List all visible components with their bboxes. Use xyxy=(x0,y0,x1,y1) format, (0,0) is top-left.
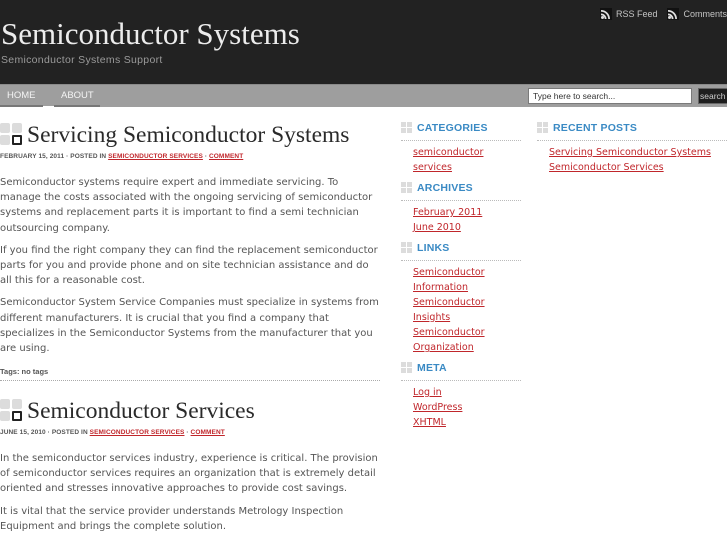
widget-links: LINKS Semiconductor Information Semicond… xyxy=(401,240,521,355)
post-meta: FEBRUARY 15, 2011 · POSTED IN SEMICONDUC… xyxy=(0,153,380,160)
post-body: Semiconductor systems require expert and… xyxy=(0,175,380,356)
list-item: Log in xyxy=(413,385,521,400)
post-paragraph: Semiconductor systems require expert and… xyxy=(0,177,373,234)
post-grid-icon xyxy=(0,123,24,147)
list-item: Servicing Semiconductor Systems xyxy=(549,145,727,160)
search-input[interactable] xyxy=(528,88,692,104)
feed-links: RSS Feed Comments xyxy=(590,8,727,20)
post-category-link[interactable]: SEMICONDUCTOR SERVICES xyxy=(90,429,185,436)
login-link[interactable]: Log in xyxy=(413,387,442,398)
post-meta: JUNE 15, 2010 · POSTED IN SEMICONDUCTOR … xyxy=(0,429,380,436)
grid-icon xyxy=(401,122,413,134)
grid-icon xyxy=(401,362,413,374)
post: Servicing Semiconductor Systems FEBRUARY… xyxy=(0,120,380,376)
site-header: Semiconductor Systems Semiconductor Syst… xyxy=(0,0,727,84)
post-paragraph: If you find the right company they can f… xyxy=(0,244,378,287)
grid-icon xyxy=(401,242,413,254)
posted-in-label: POSTED IN xyxy=(51,429,88,436)
post-category-link[interactable]: SEMICONDUCTOR SERVICES xyxy=(108,153,203,160)
list-item: Semiconductor Organization xyxy=(413,325,521,355)
list-item: semiconductor services xyxy=(413,145,521,175)
post-title[interactable]: Semiconductor Services xyxy=(27,398,255,425)
widget-meta: META Log in WordPress XHTML xyxy=(401,360,521,430)
meta-separator: · xyxy=(47,429,50,436)
nav-item-home[interactable]: HOME xyxy=(0,85,43,107)
links-list: Semiconductor Information Semiconductor … xyxy=(401,265,521,355)
archives-list: February 2011 June 2010 xyxy=(401,205,521,235)
list-item: XHTML xyxy=(413,415,521,430)
list-item: Semiconductor Information xyxy=(413,265,521,295)
main-nav: HOME ABOUT search xyxy=(0,84,727,108)
post-divider xyxy=(0,380,380,381)
recent-post-link[interactable]: Servicing Semiconductor Systems xyxy=(549,147,711,158)
post-paragraph: It is vital that the service provider un… xyxy=(0,505,344,532)
post: Semiconductor Services JUNE 15, 2010 · P… xyxy=(0,396,380,541)
meta-separator: · xyxy=(204,153,208,160)
recent-posts-list: Servicing Semiconductor Systems Semicond… xyxy=(537,145,727,175)
wordpress-link[interactable]: WordPress xyxy=(413,402,462,413)
post-tags: Tags: no tags xyxy=(0,367,49,377)
nav-divider xyxy=(43,106,54,108)
post-body: In the semiconductor services industry, … xyxy=(0,451,380,534)
widget-title: ARCHIVES xyxy=(417,182,473,194)
rss-feed-label: RSS Feed xyxy=(615,9,658,19)
post-comment-link[interactable]: COMMENT xyxy=(191,429,225,436)
widget-header: RECENT POSTS xyxy=(537,120,727,141)
widget-title: RECENT POSTS xyxy=(553,122,638,134)
widget-title: LINKS xyxy=(417,242,450,254)
posted-in-label: POSTED IN xyxy=(70,153,107,160)
widget-header: LINKS xyxy=(401,240,521,261)
post-title-row: Servicing Semiconductor Systems xyxy=(0,120,380,150)
widget-header: META xyxy=(401,360,521,381)
rss-icon xyxy=(599,8,612,20)
site-description: Semiconductor Systems Support xyxy=(1,54,163,66)
widget-categories: CATEGORIES semiconductor services xyxy=(401,120,521,175)
widget-header: CATEGORIES xyxy=(401,120,521,141)
list-item: February 2011 xyxy=(413,205,521,220)
post-paragraph: In the semiconductor services industry, … xyxy=(0,453,378,495)
widget-header: ARCHIVES xyxy=(401,180,521,201)
grid-icon xyxy=(537,122,549,134)
recent-post-link[interactable]: Semiconductor Services xyxy=(549,162,664,173)
category-link[interactable]: semiconductor services xyxy=(413,147,483,173)
blogroll-link[interactable]: Semiconductor Insights xyxy=(413,297,485,323)
site-title[interactable]: Semiconductor Systems xyxy=(1,16,300,52)
blogroll-link[interactable]: Semiconductor Information xyxy=(413,267,485,293)
post-grid-icon xyxy=(0,399,24,423)
rss-icon xyxy=(667,8,680,20)
meta-separator: · xyxy=(66,153,69,160)
comments-feed-label: Comments xyxy=(683,9,727,19)
rss-feed-link[interactable]: RSS Feed xyxy=(599,8,658,20)
post-date: JUNE 15, 2010 xyxy=(0,429,46,436)
xhtml-link[interactable]: XHTML xyxy=(413,417,446,428)
widget-title: META xyxy=(417,362,447,374)
widget-recent-posts: RECENT POSTS Servicing Semiconductor Sys… xyxy=(537,120,727,175)
widget-archives: ARCHIVES February 2011 June 2010 xyxy=(401,180,521,235)
archive-link[interactable]: February 2011 xyxy=(413,207,482,218)
list-item: Semiconductor Services xyxy=(549,160,727,175)
search-button[interactable]: search xyxy=(698,88,727,104)
comments-feed-link[interactable]: Comments xyxy=(667,8,727,20)
meta-separator: · xyxy=(186,429,189,436)
archive-link[interactable]: June 2010 xyxy=(413,222,461,233)
meta-list: Log in WordPress XHTML xyxy=(401,385,521,430)
widget-title: CATEGORIES xyxy=(417,122,488,134)
list-item: June 2010 xyxy=(413,220,521,235)
post-title-row: Semiconductor Services xyxy=(0,396,380,426)
blogroll-link[interactable]: Semiconductor Organization xyxy=(413,327,485,353)
post-comment-link[interactable]: COMMENT xyxy=(209,153,243,160)
list-item: Semiconductor Insights xyxy=(413,295,521,325)
categories-list: semiconductor services xyxy=(401,145,521,175)
list-item: WordPress xyxy=(413,400,521,415)
grid-icon xyxy=(401,182,413,194)
post-date: FEBRUARY 15, 2011 xyxy=(0,153,65,160)
post-paragraph: Semiconductor System Service Companies m… xyxy=(0,297,379,355)
nav-item-about[interactable]: ABOUT xyxy=(54,85,100,107)
post-title[interactable]: Servicing Semiconductor Systems xyxy=(27,122,349,149)
